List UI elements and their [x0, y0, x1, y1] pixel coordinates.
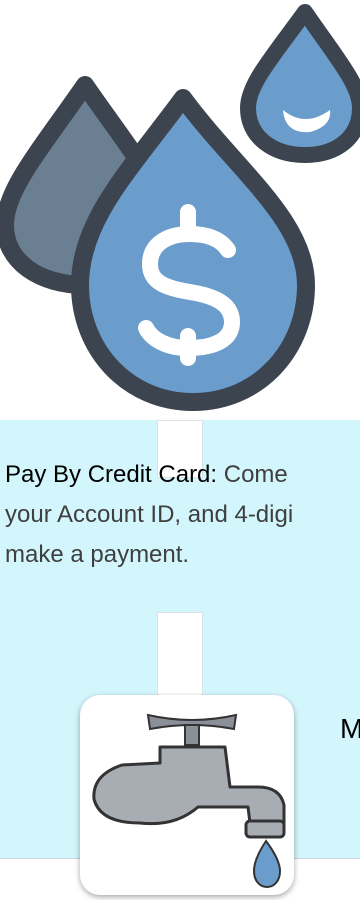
faucet-icon [92, 713, 286, 889]
more-label: M [340, 713, 360, 744]
water-drops-dollar-icon [0, 4, 360, 411]
payment-heading: Pay By Credit Card: [5, 461, 218, 488]
payment-info-text: Pay By Credit Card: Come your Account ID… [5, 455, 360, 575]
faucet-card [80, 695, 294, 895]
